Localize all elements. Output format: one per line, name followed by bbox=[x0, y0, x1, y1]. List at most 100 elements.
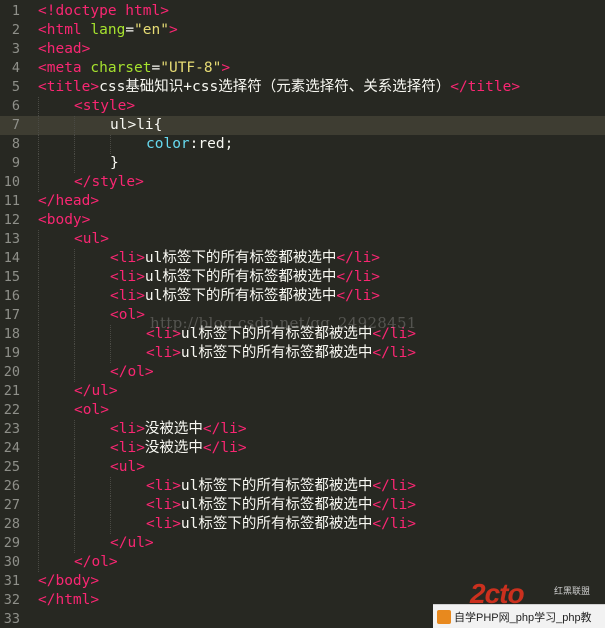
line-code[interactable]: <ol> bbox=[110, 306, 145, 325]
indent-guide bbox=[74, 363, 75, 382]
code-line[interactable]: 7 ul>li{ bbox=[0, 116, 605, 135]
code-line[interactable]: 19 <li>ul标签下的所有标签都被选中</li> bbox=[0, 344, 605, 363]
code-line[interactable]: 9} bbox=[0, 154, 605, 173]
indent-guide bbox=[38, 458, 39, 477]
indent-guide bbox=[74, 344, 75, 363]
code-token: 没被选中 bbox=[144, 421, 203, 437]
indent-guide bbox=[110, 515, 111, 534]
code-line[interactable]: 28 <li>ul标签下的所有标签都被选中</li> bbox=[0, 515, 605, 534]
code-token: ul标签下的所有标签都被选中 bbox=[144, 250, 337, 266]
code-token: = bbox=[151, 60, 161, 76]
line-code[interactable]: <html lang="en"> bbox=[38, 21, 178, 40]
line-code[interactable]: <li>ul标签下的所有标签都被选中</li> bbox=[110, 287, 380, 306]
code-line[interactable]: 11 </head> bbox=[0, 192, 605, 211]
code-token: <style> bbox=[74, 98, 136, 114]
line-code[interactable]: <li>ul标签下的所有标签都被选中</li> bbox=[110, 249, 380, 268]
line-number: 13 bbox=[3, 231, 20, 247]
line-code[interactable]: color:red; bbox=[146, 135, 233, 154]
code-token: </li> bbox=[202, 421, 247, 437]
line-number: 6 bbox=[11, 98, 20, 114]
code-line[interactable]: 22 <ol> bbox=[0, 401, 605, 420]
line-number: 2 bbox=[11, 22, 20, 38]
line-code[interactable]: <!doctype html> bbox=[38, 2, 169, 21]
code-line[interactable]: 29 </ul> bbox=[0, 534, 605, 553]
code-token: <li> bbox=[110, 421, 145, 437]
line-code[interactable]: <ul> bbox=[110, 458, 145, 477]
code-line[interactable]: 25 <ul> bbox=[0, 458, 605, 477]
code-line[interactable]: 15 <li>ul标签下的所有标签都被选中</li> bbox=[0, 268, 605, 287]
indent-guide bbox=[38, 401, 39, 420]
line-code[interactable]: <meta charset="UTF-8"> bbox=[38, 59, 230, 78]
code-token: <ol> bbox=[74, 402, 109, 418]
watermark-url: http://blog.csdn.net/qq_24928451 bbox=[150, 314, 417, 332]
code-line[interactable]: 24 <li>没被选中</li> bbox=[0, 439, 605, 458]
code-line[interactable]: 30 </ol> bbox=[0, 553, 605, 572]
indent-guide bbox=[110, 325, 111, 344]
code-line[interactable]: 12 <body> bbox=[0, 211, 605, 230]
code-line[interactable]: 2 <html lang="en"> bbox=[0, 21, 605, 40]
code-token: ul标签下的所有标签都被选中 bbox=[180, 478, 373, 494]
line-number: 27 bbox=[3, 497, 20, 513]
code-token: > bbox=[221, 60, 231, 76]
line-code[interactable]: <li>ul标签下的所有标签都被选中</li> bbox=[146, 344, 416, 363]
code-line[interactable]: 26 <li>ul标签下的所有标签都被选中</li> bbox=[0, 477, 605, 496]
indent-guide bbox=[38, 306, 39, 325]
code-line[interactable]: 4 <meta charset="UTF-8"> bbox=[0, 59, 605, 78]
code-line[interactable]: 8 color:red; bbox=[0, 135, 605, 154]
line-code[interactable]: <body> bbox=[38, 211, 90, 230]
code-token: </li> bbox=[372, 345, 417, 361]
code-token: </li> bbox=[372, 497, 417, 513]
line-code[interactable]: <title>css基础知识+css选择符（元素选择符、关系选择符）</titl… bbox=[38, 78, 520, 97]
code-line[interactable]: 23 <li>没被选中</li> bbox=[0, 420, 605, 439]
code-line[interactable]: 27 <li>ul标签下的所有标签都被选中</li> bbox=[0, 496, 605, 515]
line-number: 18 bbox=[3, 326, 20, 342]
code-line[interactable]: 3 <head> bbox=[0, 40, 605, 59]
code-line[interactable]: 21 </ul> bbox=[0, 382, 605, 401]
line-number: 9 bbox=[11, 155, 20, 171]
line-code[interactable]: </head> bbox=[38, 192, 99, 211]
code-line[interactable]: 14 <li>ul标签下的所有标签都被选中</li> bbox=[0, 249, 605, 268]
line-code[interactable]: } bbox=[110, 154, 119, 173]
line-code[interactable]: </ul> bbox=[110, 534, 154, 553]
indent-guide bbox=[110, 496, 111, 515]
indent-guide bbox=[38, 477, 39, 496]
line-code[interactable]: </body> bbox=[38, 572, 99, 591]
line-code[interactable]: <ol> bbox=[74, 401, 109, 420]
code-token: <li> bbox=[146, 478, 181, 494]
line-code[interactable]: <li>ul标签下的所有标签都被选中</li> bbox=[146, 515, 416, 534]
line-code[interactable]: </html> bbox=[38, 591, 99, 610]
line-code[interactable]: </ol> bbox=[74, 553, 118, 572]
code-line[interactable]: 10 </style> bbox=[0, 173, 605, 192]
line-code[interactable]: <li>没被选中</li> bbox=[110, 439, 247, 458]
code-line[interactable]: 6 <style> bbox=[0, 97, 605, 116]
line-number: 28 bbox=[3, 516, 20, 532]
code-line[interactable]: 1 <!doctype html> bbox=[0, 2, 605, 21]
code-token: </li> bbox=[202, 440, 247, 456]
code-token: <li> bbox=[146, 345, 181, 361]
line-code[interactable]: ul>li{ bbox=[110, 116, 162, 135]
line-code[interactable]: <li>没被选中</li> bbox=[110, 420, 247, 439]
code-line[interactable]: 5 <title>css基础知识+css选择符（元素选择符、关系选择符）</tit… bbox=[0, 78, 605, 97]
indent-guide bbox=[74, 534, 75, 553]
line-code[interactable]: <ul> bbox=[74, 230, 109, 249]
code-line[interactable]: 16 <li>ul标签下的所有标签都被选中</li> bbox=[0, 287, 605, 306]
line-code[interactable]: <li>ul标签下的所有标签都被选中</li> bbox=[146, 496, 416, 515]
line-code[interactable]: <li>ul标签下的所有标签都被选中</li> bbox=[146, 477, 416, 496]
line-code[interactable]: <head> bbox=[38, 40, 90, 59]
code-token: </ol> bbox=[74, 554, 118, 570]
code-line[interactable]: 13 <ul> bbox=[0, 230, 605, 249]
indent-guide bbox=[74, 515, 75, 534]
line-code[interactable]: </ul> bbox=[74, 382, 118, 401]
line-code[interactable]: </ol> bbox=[110, 363, 154, 382]
site-banner[interactable]: 自学PHP网_php学习_php教 bbox=[433, 604, 605, 628]
line-code[interactable]: </style> bbox=[74, 173, 144, 192]
line-number: 1 bbox=[11, 3, 20, 19]
code-editor[interactable]: 1 <!doctype html> 2 <html lang="en"> 3 <head>… bbox=[0, 0, 605, 628]
code-token: <li> bbox=[110, 288, 145, 304]
banner-text: 自学PHP网_php学习_php教 bbox=[454, 612, 592, 624]
code-line[interactable]: 20 </ol> bbox=[0, 363, 605, 382]
code-token: </li> bbox=[372, 478, 417, 494]
line-code[interactable]: <style> bbox=[74, 97, 135, 116]
indent-guide bbox=[38, 439, 39, 458]
line-code[interactable]: <li>ul标签下的所有标签都被选中</li> bbox=[110, 268, 380, 287]
